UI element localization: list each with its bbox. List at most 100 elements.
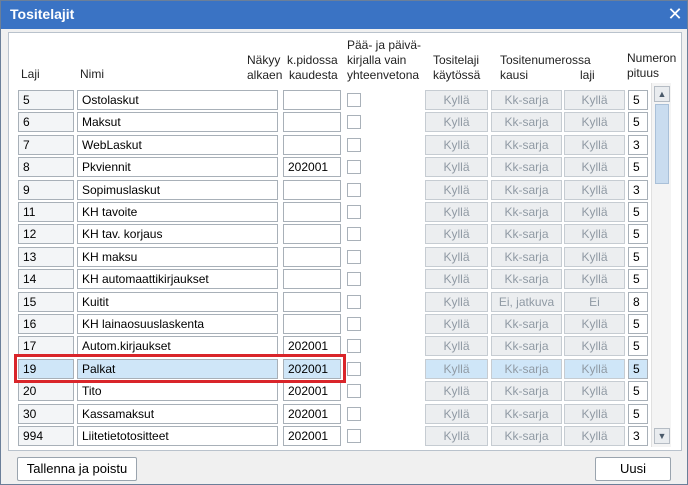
- nro-laji-field[interactable]: Kyllä: [564, 180, 625, 200]
- pituus-field[interactable]: 3: [628, 426, 648, 446]
- kausi-field[interactable]: [283, 314, 341, 334]
- kaytossa-field[interactable]: Kyllä: [425, 224, 488, 244]
- scroll-up-icon[interactable]: ▲: [654, 86, 670, 102]
- kaytossa-field[interactable]: Kyllä: [425, 404, 488, 424]
- nro-kausi-field[interactable]: Kk-sarja: [491, 426, 562, 446]
- kausi-field[interactable]: 202001: [283, 426, 341, 446]
- yhteenveto-checkbox[interactable]: [347, 227, 361, 241]
- nro-laji-field[interactable]: Kyllä: [564, 112, 625, 132]
- pituus-field[interactable]: 3: [628, 135, 648, 155]
- nro-laji-field[interactable]: Kyllä: [564, 336, 625, 356]
- kaytossa-field[interactable]: Kyllä: [425, 314, 488, 334]
- pituus-field[interactable]: 5: [628, 202, 648, 222]
- nro-kausi-field[interactable]: Ei, jatkuva: [491, 292, 562, 312]
- new-button[interactable]: Uusi: [595, 457, 671, 481]
- nro-kausi-field[interactable]: Kk-sarja: [491, 202, 562, 222]
- kaytossa-field[interactable]: Kyllä: [425, 202, 488, 222]
- kaytossa-field[interactable]: Kyllä: [425, 112, 488, 132]
- pituus-field[interactable]: 5: [628, 404, 648, 424]
- nimi-field[interactable]: KH lainaosuuslaskenta: [77, 314, 278, 334]
- kaytossa-field[interactable]: Kyllä: [425, 180, 488, 200]
- pituus-field[interactable]: 8: [628, 292, 648, 312]
- kaytossa-field[interactable]: Kyllä: [425, 381, 488, 401]
- nimi-field[interactable]: Pkviennit: [77, 157, 278, 177]
- pituus-field[interactable]: 5: [628, 381, 648, 401]
- nro-kausi-field[interactable]: Kk-sarja: [491, 247, 562, 267]
- nro-laji-field[interactable]: Kyllä: [564, 224, 625, 244]
- title-bar[interactable]: Tositelajit ✕: [1, 1, 687, 29]
- yhteenveto-checkbox[interactable]: [347, 429, 361, 443]
- close-icon[interactable]: ✕: [665, 4, 685, 24]
- pituus-field[interactable]: 5: [628, 90, 648, 110]
- nro-kausi-field[interactable]: Kk-sarja: [491, 269, 562, 289]
- nro-laji-field[interactable]: Ei: [564, 292, 625, 312]
- nimi-field[interactable]: Kassamaksut: [77, 404, 278, 424]
- kausi-field[interactable]: [283, 135, 341, 155]
- pituus-field[interactable]: 5: [628, 157, 648, 177]
- vertical-scrollbar[interactable]: ▲ ▼: [651, 83, 671, 447]
- pituus-field[interactable]: 5: [628, 112, 648, 132]
- kaytossa-field[interactable]: Kyllä: [425, 247, 488, 267]
- nimi-field[interactable]: Ostolaskut: [77, 90, 278, 110]
- nro-laji-field[interactable]: Kyllä: [564, 269, 625, 289]
- kaytossa-field[interactable]: Kyllä: [425, 135, 488, 155]
- pituus-field[interactable]: 5: [628, 224, 648, 244]
- nimi-field[interactable]: Sopimuslaskut: [77, 180, 278, 200]
- nimi-field[interactable]: KH tavoite: [77, 202, 278, 222]
- kaytossa-field[interactable]: Kyllä: [425, 157, 488, 177]
- kausi-field[interactable]: [283, 269, 341, 289]
- kausi-field[interactable]: 202001: [283, 404, 341, 424]
- kaytossa-field[interactable]: Kyllä: [425, 336, 488, 356]
- nro-kausi-field[interactable]: Kk-sarja: [491, 112, 562, 132]
- nro-kausi-field[interactable]: Kk-sarja: [491, 135, 562, 155]
- pituus-field[interactable]: 3: [628, 180, 648, 200]
- nimi-field[interactable]: KH maksu: [77, 247, 278, 267]
- yhteenveto-checkbox[interactable]: [347, 272, 361, 286]
- nimi-field[interactable]: WebLaskut: [77, 135, 278, 155]
- yhteenveto-checkbox[interactable]: [347, 384, 361, 398]
- nro-kausi-field[interactable]: Kk-sarja: [491, 90, 562, 110]
- nro-laji-field[interactable]: Kyllä: [564, 381, 625, 401]
- pituus-field[interactable]: 5: [628, 359, 648, 379]
- kausi-field[interactable]: [283, 224, 341, 244]
- yhteenveto-checkbox[interactable]: [347, 205, 361, 219]
- kausi-field[interactable]: [283, 247, 341, 267]
- nimi-field[interactable]: Maksut: [77, 112, 278, 132]
- nimi-field[interactable]: Kuitit: [77, 292, 278, 312]
- kausi-field[interactable]: [283, 180, 341, 200]
- yhteenveto-checkbox[interactable]: [347, 93, 361, 107]
- yhteenveto-checkbox[interactable]: [347, 407, 361, 421]
- pituus-field[interactable]: 5: [628, 314, 648, 334]
- kausi-field[interactable]: [283, 112, 341, 132]
- nro-kausi-field[interactable]: Kk-sarja: [491, 381, 562, 401]
- pituus-field[interactable]: 5: [628, 336, 648, 356]
- nro-laji-field[interactable]: Kyllä: [564, 314, 625, 334]
- kausi-field[interactable]: [283, 90, 341, 110]
- nro-kausi-field[interactable]: Kk-sarja: [491, 336, 562, 356]
- yhteenveto-checkbox[interactable]: [347, 183, 361, 197]
- nro-laji-field[interactable]: Kyllä: [564, 135, 625, 155]
- nro-kausi-field[interactable]: Kk-sarja: [491, 224, 562, 244]
- nro-laji-field[interactable]: Kyllä: [564, 426, 625, 446]
- nro-kausi-field[interactable]: Kk-sarja: [491, 404, 562, 424]
- nro-kausi-field[interactable]: Kk-sarja: [491, 157, 562, 177]
- yhteenveto-checkbox[interactable]: [347, 339, 361, 353]
- kaytossa-field[interactable]: Kyllä: [425, 90, 488, 110]
- nro-kausi-field[interactable]: Kk-sarja: [491, 359, 562, 379]
- kaytossa-field[interactable]: Kyllä: [425, 292, 488, 312]
- nro-laji-field[interactable]: Kyllä: [564, 157, 625, 177]
- pituus-field[interactable]: 5: [628, 269, 648, 289]
- kausi-field[interactable]: 202001: [283, 381, 341, 401]
- scroll-down-icon[interactable]: ▼: [654, 428, 670, 444]
- nimi-field[interactable]: Autom.kirjaukset: [77, 336, 278, 356]
- nro-laji-field[interactable]: Kyllä: [564, 247, 625, 267]
- nimi-field[interactable]: KH automaattikirjaukset: [77, 269, 278, 289]
- nro-laji-field[interactable]: Kyllä: [564, 90, 625, 110]
- yhteenveto-checkbox[interactable]: [347, 115, 361, 129]
- yhteenveto-checkbox[interactable]: [347, 295, 361, 309]
- yhteenveto-checkbox[interactable]: [347, 250, 361, 264]
- nro-kausi-field[interactable]: Kk-sarja: [491, 180, 562, 200]
- nimi-field[interactable]: Liitetietotositteet: [77, 426, 278, 446]
- nimi-field[interactable]: Tito: [77, 381, 278, 401]
- kaytossa-field[interactable]: Kyllä: [425, 359, 488, 379]
